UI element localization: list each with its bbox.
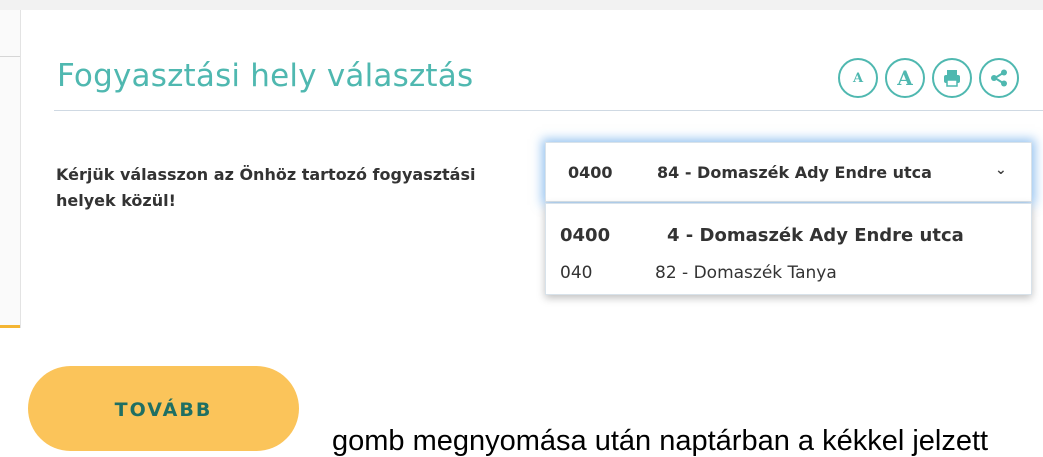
- title-divider: [54, 110, 1043, 111]
- left-panel: [0, 10, 21, 328]
- share-icon: [991, 69, 1007, 87]
- consumption-place-select[interactable]: 0400 84 - Domaszék Ady Endre utca ⌄: [545, 142, 1032, 202]
- font-decrease-button[interactable]: A: [838, 58, 878, 98]
- select-dropdown: 0400 4 - Domaszék Ady Endre utca 040 82 …: [545, 203, 1032, 295]
- font-increase-button[interactable]: A: [885, 58, 925, 98]
- left-panel-divider: [0, 56, 20, 57]
- left-panel-accent: [0, 325, 20, 328]
- font-decrease-icon: A: [852, 70, 864, 86]
- instruction-caption: gomb megnyomása után naptárban a kékkel …: [332, 425, 989, 457]
- print-icon: [944, 70, 960, 87]
- dropdown-option[interactable]: 040 82 - Domaszék Tanya: [546, 254, 1031, 290]
- option-address: 82 - Domaszék Tanya: [655, 263, 837, 283]
- next-button[interactable]: TOVÁBB: [28, 366, 299, 451]
- top-strip: [0, 0, 1043, 10]
- option-code: 040: [560, 263, 593, 283]
- print-button[interactable]: [932, 58, 972, 98]
- chevron-down-icon: ⌄: [995, 162, 1007, 178]
- selected-address: 84 - Domaszék Ady Endre utca: [657, 163, 932, 182]
- option-address: 4 - Domaszék Ady Endre utca: [667, 225, 964, 246]
- dropdown-option[interactable]: 0400 4 - Domaszék Ady Endre utca: [546, 216, 1031, 252]
- option-code: 0400: [560, 225, 611, 246]
- instruction-text: Kérjük válasszon az Önhöz tartozó fogyas…: [56, 165, 476, 210]
- toolbar: A A: [838, 58, 1019, 102]
- next-button-label: TOVÁBB: [114, 398, 213, 421]
- selected-code: 0400: [568, 163, 613, 182]
- page-title: Fogyasztási hely választás: [57, 58, 474, 94]
- font-increase-icon: A: [897, 66, 913, 90]
- share-button[interactable]: [979, 58, 1019, 98]
- content-card: Fogyasztási hely választás A A Kérjük vá…: [21, 10, 1043, 328]
